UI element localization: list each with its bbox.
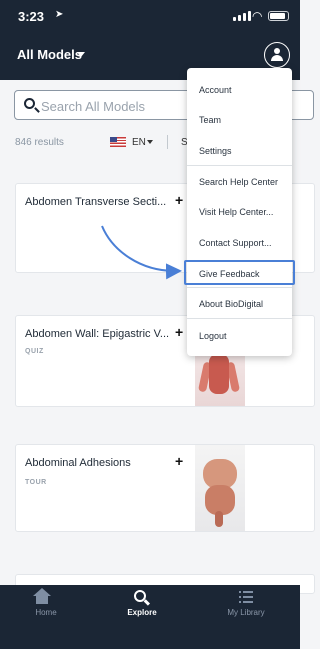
tab-label: Explore xyxy=(127,608,157,617)
menu-item-contact-support[interactable]: Contact Support... xyxy=(199,238,272,248)
tab-home[interactable]: Home xyxy=(0,585,96,649)
menu-item-visit-help-center[interactable]: Visit Help Center... xyxy=(199,207,273,217)
menu-divider xyxy=(187,287,292,288)
menu-item-account[interactable]: Account xyxy=(199,85,232,95)
tab-label: Home xyxy=(35,608,57,617)
tab-label: My Library xyxy=(227,608,265,617)
menu-divider xyxy=(187,165,292,166)
tab-my-library[interactable]: My Library xyxy=(196,585,296,649)
home-icon xyxy=(33,588,51,604)
tab-explore[interactable]: Explore xyxy=(92,585,192,649)
menu-item-search-help-center[interactable]: Search Help Center xyxy=(199,177,278,187)
menu-item-about[interactable]: About BioDigital xyxy=(199,299,263,309)
search-icon xyxy=(134,590,146,602)
list-icon xyxy=(239,591,253,603)
menu-divider xyxy=(187,318,292,319)
highlight-box xyxy=(184,260,295,285)
account-menu: Account Team Settings Search Help Center… xyxy=(187,68,292,356)
bottom-tab-bar: Home Explore My Library xyxy=(0,585,300,649)
menu-item-settings[interactable]: Settings xyxy=(199,146,232,156)
menu-item-team[interactable]: Team xyxy=(199,115,221,125)
menu-item-logout[interactable]: Logout xyxy=(199,331,227,341)
